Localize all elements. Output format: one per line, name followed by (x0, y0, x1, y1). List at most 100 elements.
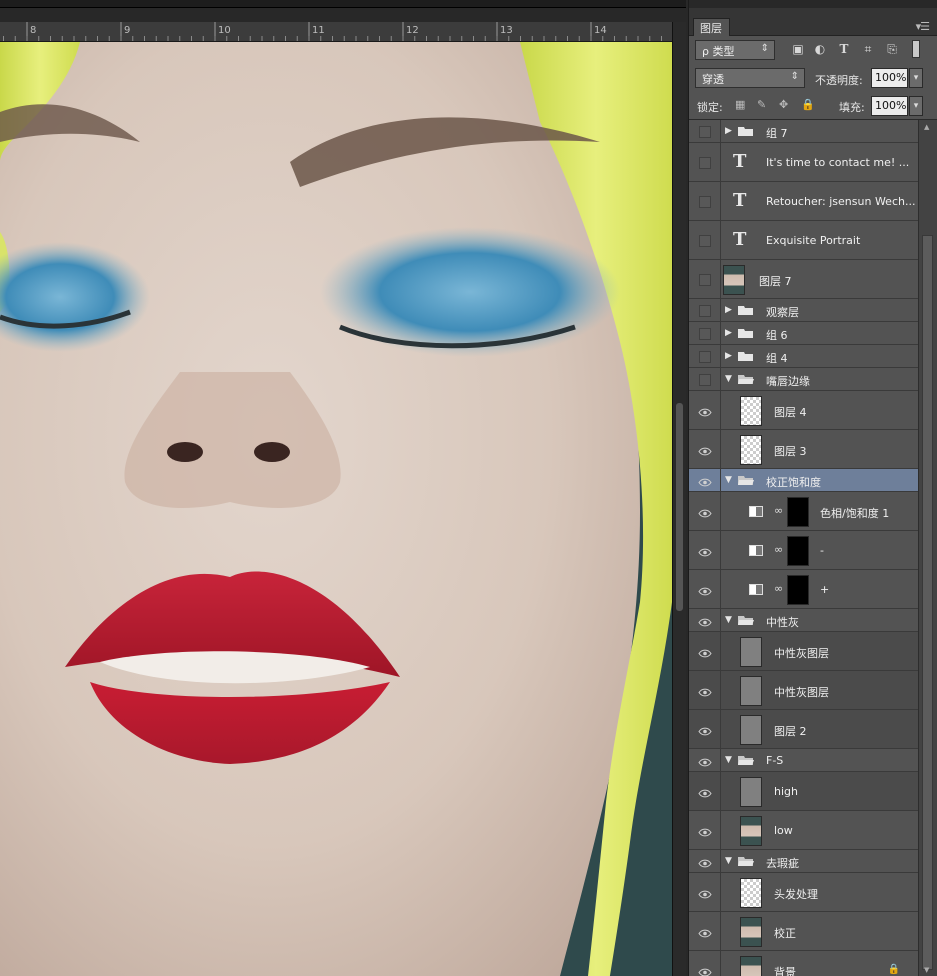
layer-group-row[interactable]: ▼ 去瑕疵 (689, 850, 918, 873)
layer-name[interactable]: 背景 (774, 964, 796, 976)
link-icon[interactable]: ∞ (774, 543, 783, 556)
layer-row[interactable]: ∞ 色相/饱和度 1 (689, 492, 918, 531)
layer-group-row[interactable]: ▼ F-S (689, 749, 918, 772)
type-filter-icon[interactable]: T (837, 42, 851, 56)
layer-name[interactable]: + (820, 583, 829, 596)
layer-mask-thumbnail[interactable] (787, 536, 809, 566)
layer-row[interactable]: 图层 2 (689, 710, 918, 749)
visibility-toggle[interactable] (689, 469, 721, 491)
visibility-toggle[interactable] (689, 492, 721, 530)
visibility-toggle[interactable] (689, 430, 721, 468)
disclosure-closed-icon[interactable]: ▶ (725, 328, 732, 338)
layer-name[interactable]: 校正 (774, 925, 796, 941)
visibility-toggle[interactable] (689, 260, 721, 298)
fill-input[interactable]: 100% (871, 96, 908, 116)
visibility-toggle[interactable] (689, 710, 721, 748)
visibility-toggle[interactable] (689, 873, 721, 911)
layer-name[interactable]: high (774, 785, 798, 798)
disclosure-open-icon[interactable]: ▼ (725, 374, 732, 384)
link-icon[interactable]: ∞ (774, 582, 783, 595)
lock-all-icon[interactable]: 🔒 (801, 98, 815, 111)
scroll-down-icon[interactable]: ▼ (924, 966, 929, 974)
visibility-toggle[interactable] (689, 391, 721, 429)
visibility-toggle[interactable] (689, 143, 721, 181)
layer-row[interactable]: low (689, 811, 918, 850)
disclosure-open-icon[interactable]: ▼ (725, 475, 732, 485)
visibility-toggle[interactable] (689, 368, 721, 390)
layer-row[interactable]: 背景 🔒 (689, 951, 918, 976)
layer-thumbnail[interactable] (723, 265, 745, 295)
disclosure-open-icon[interactable]: ▼ (725, 755, 732, 765)
hidden-layer-box[interactable] (699, 274, 711, 286)
disclosure-closed-icon[interactable]: ▶ (725, 126, 732, 136)
eye-icon[interactable] (698, 888, 712, 899)
link-icon[interactable]: ∞ (774, 504, 783, 517)
layer-thumbnail[interactable] (740, 878, 762, 908)
filter-toggle-switch[interactable] (912, 40, 920, 58)
disclosure-closed-icon[interactable]: ▶ (725, 351, 732, 361)
visibility-toggle[interactable] (689, 531, 721, 569)
layer-name[interactable]: 观察层 (766, 304, 799, 320)
layer-name[interactable]: 去瑕疵 (766, 855, 799, 871)
layer-row[interactable]: 图层 3 (689, 430, 918, 469)
layer-thumbnail[interactable] (740, 396, 762, 426)
hidden-layer-box[interactable] (699, 126, 711, 138)
visibility-toggle[interactable] (689, 772, 721, 810)
visibility-toggle[interactable] (689, 951, 721, 976)
layer-name[interactable]: 图层 7 (759, 273, 792, 289)
layer-row[interactable]: 中性灰图层 (689, 671, 918, 710)
smart-object-filter-icon[interactable]: ⎘ (885, 42, 899, 56)
layer-row[interactable]: 图层 7 (689, 260, 918, 299)
layer-row[interactable]: 校正 (689, 912, 918, 951)
visibility-toggle[interactable] (689, 912, 721, 950)
layer-thumbnail[interactable] (740, 637, 762, 667)
opacity-input[interactable]: 100% (871, 68, 908, 88)
layers-scrollbar[interactable]: ▲ ▼ (918, 120, 937, 976)
layer-row[interactable]: 中性灰图层 (689, 632, 918, 671)
layer-name[interactable]: 中性灰 (766, 614, 799, 630)
layer-name[interactable]: 组 6 (766, 327, 788, 343)
layer-name[interactable]: - (820, 544, 824, 557)
layers-scroll-thumb[interactable] (922, 235, 933, 970)
visibility-toggle[interactable] (689, 120, 721, 142)
layers-tab[interactable]: 图层 (693, 18, 730, 36)
visibility-toggle[interactable] (689, 345, 721, 367)
layer-name[interactable]: 校正饱和度 (766, 474, 821, 490)
visibility-toggle[interactable] (689, 850, 721, 872)
layer-group-row[interactable]: ▶ 组 6 (689, 322, 918, 345)
layer-name[interactable]: Retoucher: jsensun Wech... (766, 195, 915, 208)
layer-name[interactable]: 中性灰图层 (774, 684, 829, 700)
blend-mode-dropdown[interactable]: 穿透 ⇕ (695, 68, 805, 88)
visibility-toggle[interactable] (689, 749, 721, 771)
eye-icon[interactable] (698, 725, 712, 736)
layer-thumbnail[interactable] (740, 917, 762, 947)
eye-icon[interactable] (698, 857, 712, 868)
canvas-vertical-scrollbar[interactable] (672, 22, 686, 976)
layer-group-row[interactable]: ▼ 嘴唇边缘 (689, 368, 918, 391)
eye-icon[interactable] (698, 546, 712, 557)
disclosure-closed-icon[interactable]: ▶ (725, 305, 732, 315)
layer-name[interactable]: low (774, 824, 793, 837)
layer-thumbnail[interactable] (740, 816, 762, 846)
visibility-toggle[interactable] (689, 299, 721, 321)
visibility-toggle[interactable] (689, 182, 721, 220)
lock-transparent-icon[interactable]: ▦ (735, 98, 745, 111)
panel-menu-icon[interactable]: ▾☰ (916, 20, 930, 33)
eye-icon[interactable] (698, 445, 712, 456)
layer-group-row[interactable]: ▼ 中性灰 (689, 609, 918, 632)
layer-group-row[interactable]: ▶ 观察层 (689, 299, 918, 322)
visibility-toggle[interactable] (689, 221, 721, 259)
eye-icon[interactable] (698, 616, 712, 627)
layer-thumbnail[interactable] (740, 676, 762, 706)
eye-icon[interactable] (698, 507, 712, 518)
shape-filter-icon[interactable]: ⌗ (861, 42, 875, 56)
disclosure-open-icon[interactable]: ▼ (725, 615, 732, 625)
layer-row[interactable]: 头发处理 (689, 873, 918, 912)
layer-name[interactable]: 头发处理 (774, 886, 818, 902)
layer-row[interactable]: high (689, 772, 918, 811)
eye-icon[interactable] (698, 826, 712, 837)
adjustment-filter-icon[interactable]: ◐ (813, 42, 827, 56)
fill-slider-arrow-icon[interactable]: ▾ (909, 96, 923, 116)
layer-group-row[interactable]: ▼ 校正饱和度 (689, 469, 918, 492)
eye-icon[interactable] (698, 686, 712, 697)
